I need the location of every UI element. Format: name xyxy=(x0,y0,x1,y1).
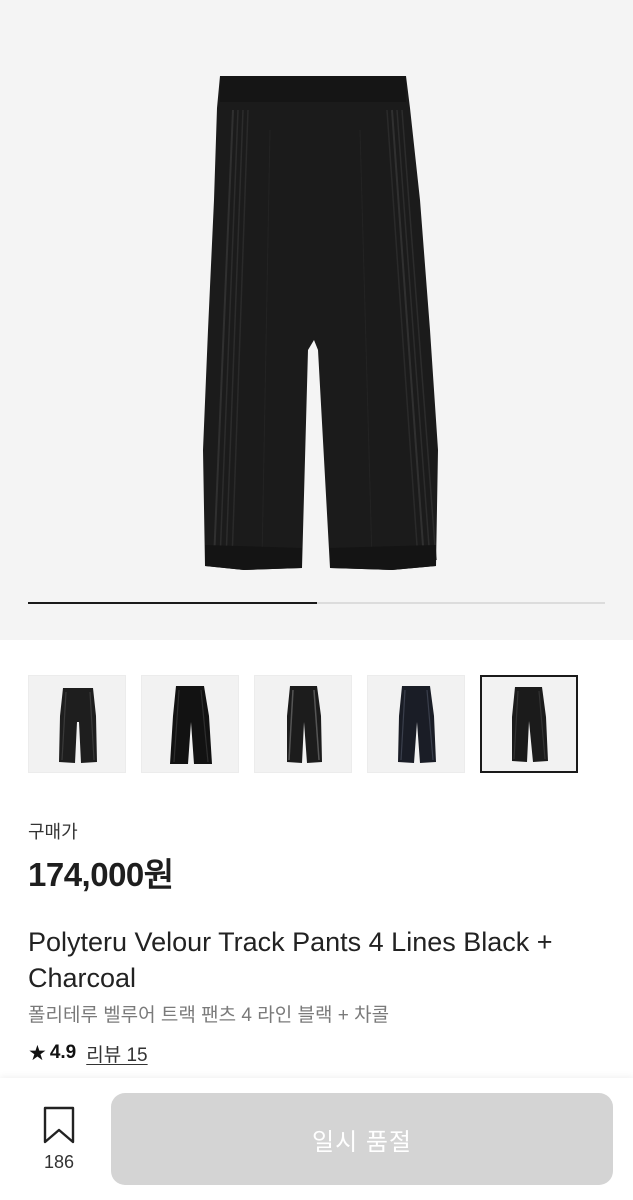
thumb-5[interactable] xyxy=(480,675,578,773)
price-label: 구매가 xyxy=(28,822,78,842)
product-image xyxy=(203,76,438,570)
thumbnail-image xyxy=(398,686,436,763)
thumbnail-image xyxy=(512,687,548,762)
bottom-action-bar: 186 일시 품절 xyxy=(0,1078,633,1200)
wishlist-button[interactable]: 186 xyxy=(28,1104,90,1176)
image-progress-track xyxy=(28,602,605,604)
price: 174,000원 xyxy=(28,856,174,893)
product-image-area[interactable] xyxy=(0,0,633,640)
review-link[interactable]: 리뷰 15 xyxy=(86,1040,147,1067)
bookmark-icon xyxy=(43,1106,75,1144)
thumb-1[interactable] xyxy=(28,675,126,773)
rating-value: 4.9 xyxy=(49,1042,77,1063)
thumbnail-image xyxy=(287,686,322,763)
image-progress-fill xyxy=(28,602,317,604)
wishlist-count: 186 xyxy=(43,1152,75,1172)
thumb-2[interactable] xyxy=(141,675,239,773)
star-icon: ★ xyxy=(28,1041,47,1065)
product-title-english: Polyteru Velour Track Pants 4 Lines Blac… xyxy=(28,927,553,993)
sold-out-button[interactable]: 일시 품절 xyxy=(111,1093,613,1185)
thumb-4[interactable] xyxy=(367,675,465,773)
thumb-3[interactable] xyxy=(254,675,352,773)
product-title-korean: 폴리테루 벨루어 트랙 팬츠 4 라인 블랙 + 차콜 xyxy=(28,1005,390,1026)
thumbnail-strip xyxy=(28,675,605,773)
thumbnail-image xyxy=(59,688,97,763)
rating-row: ★ 4.9 리뷰 15 xyxy=(28,1040,148,1066)
thumbnail-image xyxy=(170,686,212,764)
